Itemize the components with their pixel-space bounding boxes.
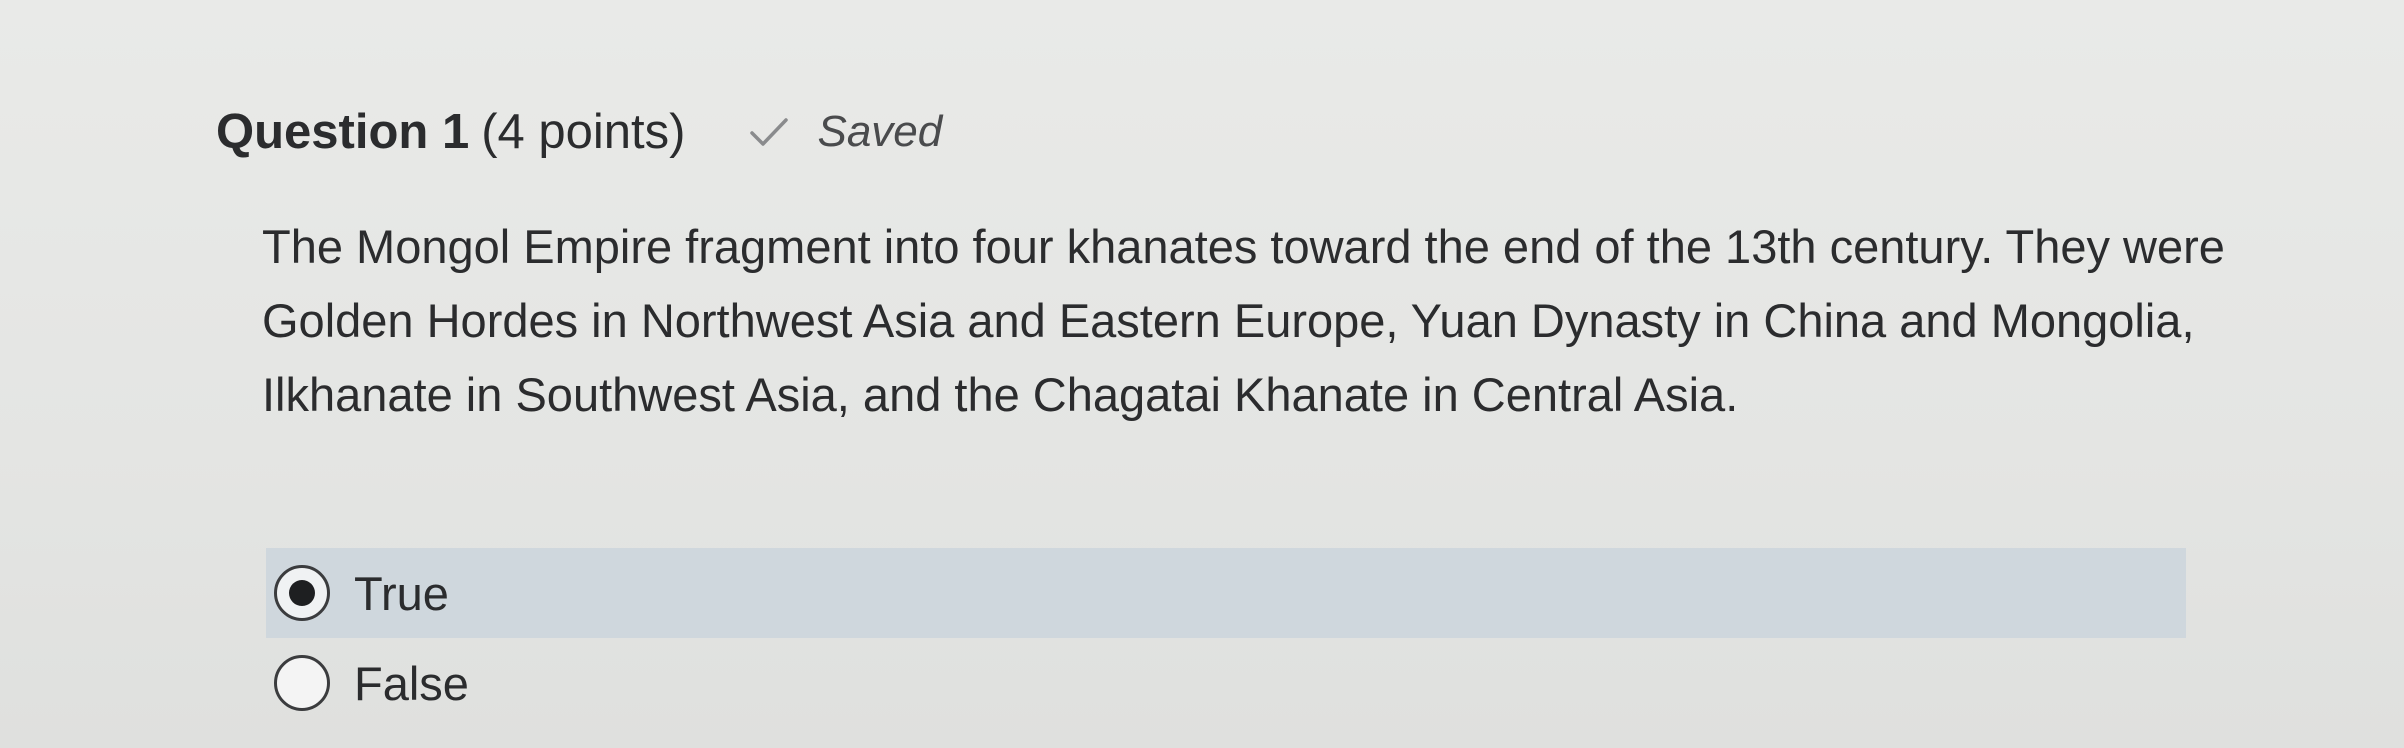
option-label-true: True: [354, 566, 449, 620]
quiz-page: Question 1 (4 points) Saved The Mongol E…: [0, 0, 2404, 748]
option-false[interactable]: False: [266, 638, 2186, 728]
checkmark-icon: [750, 118, 789, 146]
question-text: The Mongol Empire fragment into four kha…: [262, 220, 2225, 421]
saved-status: Saved: [749, 107, 942, 157]
radio-dot-icon: [289, 580, 315, 606]
radio-button-checked[interactable]: [274, 565, 330, 621]
question-points: (4 points): [481, 105, 686, 159]
question-header: Question 1 (4 points) Saved: [216, 104, 942, 160]
saved-label: Saved: [817, 107, 943, 156]
radio-button-unchecked[interactable]: [274, 655, 330, 711]
question-title: Question 1: [216, 105, 470, 159]
answer-options: True False: [266, 548, 2186, 728]
option-label-false: False: [354, 656, 469, 710]
option-true[interactable]: True: [266, 548, 2186, 638]
